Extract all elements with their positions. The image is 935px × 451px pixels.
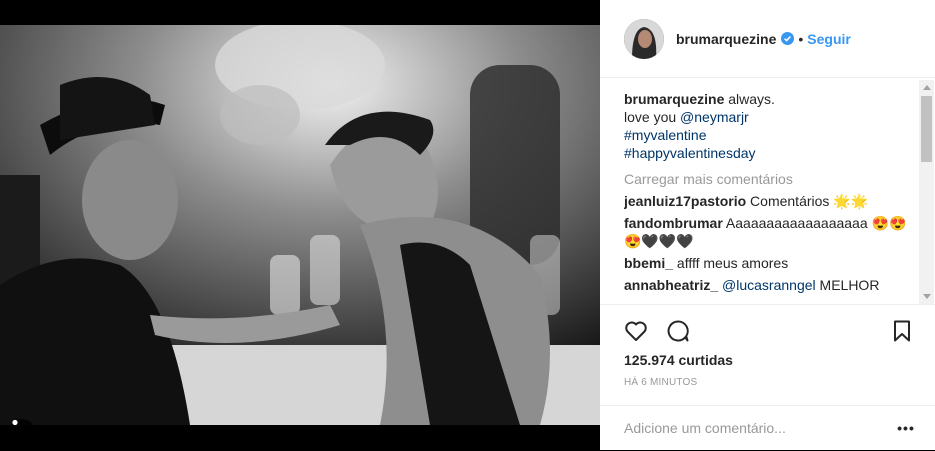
follow-button[interactable]: Seguir (807, 31, 851, 47)
user-tag-icon (12, 419, 18, 425)
caption-hashtag-1[interactable]: #myvalentine (624, 126, 916, 144)
caption-line-2: love you @neymarjr (624, 108, 916, 126)
add-comment-input[interactable] (624, 418, 884, 438)
comment-username[interactable]: annabheatriz_ (624, 277, 718, 293)
comment-username[interactable]: fandombrumar (624, 215, 723, 231)
caption-prefix: love you (624, 109, 681, 125)
header-separator: • (798, 30, 804, 47)
post-media (0, 0, 600, 450)
like-button[interactable] (624, 319, 648, 343)
comment-item: fandombrumar Aaaaaaaaaaaaaaaaaa 😍😍😍🖤🖤🖤 (624, 214, 916, 250)
save-button[interactable] (890, 319, 914, 343)
caption-hashtag-2[interactable]: #happyvalentinesday (624, 144, 916, 162)
comment-username[interactable]: bbemi_ (624, 255, 673, 271)
photo-illustration (0, 25, 600, 425)
post-header: brumarquezine • Seguir (600, 0, 935, 78)
heart-icon (625, 321, 647, 341)
avatar-image (624, 18, 664, 59)
avatar[interactable] (624, 18, 664, 59)
instagram-post: brumarquezine • Seguir brumarquezine alw… (0, 0, 935, 450)
likes-count[interactable]: 125.974 curtidas (624, 352, 733, 368)
comment-button[interactable] (666, 319, 690, 343)
comment-icon (667, 320, 689, 342)
comment-text: MELHOR (815, 277, 880, 293)
comment-item: bbemi_ affff meus amores (624, 254, 916, 272)
post-photo[interactable] (0, 25, 600, 425)
scroll-thumb[interactable] (921, 96, 932, 162)
caption-username[interactable]: brumarquezine (624, 91, 724, 107)
bookmark-icon (894, 320, 910, 342)
comments-list: brumarquezine always. love you @neymarjr… (624, 90, 916, 304)
post-actions: 125.974 curtidas HÁ 6 MINUTOS ••• (600, 304, 935, 450)
caption: brumarquezine always. (624, 90, 916, 108)
action-icons (624, 319, 914, 343)
author-username[interactable]: brumarquezine (676, 31, 776, 47)
comment-text: affff meus amores (676, 255, 789, 271)
caption-text: always. (728, 91, 775, 107)
scroll-down-icon[interactable] (923, 294, 931, 299)
comment-text: Comentários 🌟🌟 (750, 193, 869, 209)
comment-mention[interactable]: @lucasranngel (722, 277, 816, 293)
scroll-up-icon[interactable] (923, 85, 931, 90)
comment-username[interactable]: jeanluiz17pastorio (624, 193, 746, 209)
caption-mention[interactable]: @neymarjr (680, 109, 749, 125)
post-timestamp[interactable]: HÁ 6 MINUTOS (624, 377, 697, 388)
comments-scrollbar[interactable] (919, 80, 934, 304)
load-more-comments[interactable]: Carregar mais comentários (624, 170, 916, 188)
post-sidebar: brumarquezine • Seguir brumarquezine alw… (600, 0, 935, 450)
add-comment-bar: ••• (600, 405, 935, 451)
more-options-button[interactable]: ••• (896, 418, 916, 438)
comment-item: annabheatriz_ @lucasranngel MELHOR (624, 276, 916, 294)
verified-badge-icon (781, 32, 795, 45)
comment-item: jeanluiz17pastorio Comentários 🌟🌟 (624, 192, 916, 210)
